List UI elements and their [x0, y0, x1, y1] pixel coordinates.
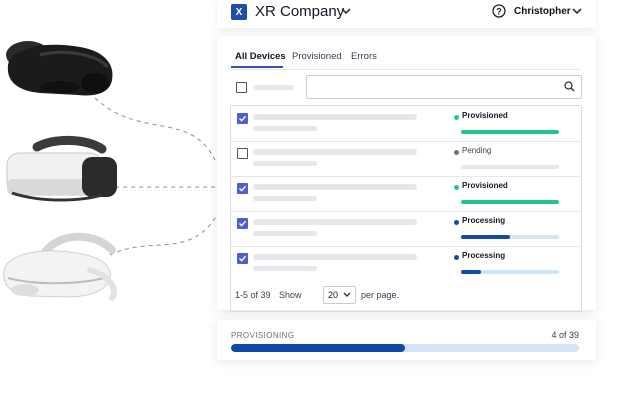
status-progress-fill [461, 235, 510, 239]
device-row-checkbox[interactable] [237, 148, 248, 159]
device-list: Provisioned Pending Provisioned Processing P… [230, 105, 582, 312]
status-label: Processing [462, 251, 506, 260]
status-label: Pending [462, 146, 492, 155]
device-row-checkbox[interactable] [237, 253, 248, 264]
provisioning-progress-card: PROVISIONING 4 of 39 [217, 320, 596, 360]
select-all-checkbox[interactable] [236, 82, 247, 93]
device-row[interactable]: Processing [231, 246, 581, 281]
device-row-checkbox[interactable] [237, 113, 248, 124]
device-detail-placeholder [253, 196, 317, 201]
black-vr-headset-image [6, 41, 113, 96]
tab-errors[interactable]: Errors [351, 51, 377, 62]
tab-provisioned[interactable]: Provisioned [292, 51, 342, 62]
device-detail-placeholder [253, 266, 317, 271]
status-label: Processing [462, 216, 506, 225]
device-row[interactable]: Processing [231, 211, 581, 247]
company-logo: X [231, 4, 247, 20]
status-dot-icon [454, 115, 459, 120]
tab-all-devices[interactable]: All Devices [235, 51, 286, 62]
device-row-checkbox[interactable] [237, 183, 248, 194]
select-all-label-placeholder [254, 85, 294, 90]
provisioning-label: PROVISIONING [231, 331, 295, 340]
device-name-placeholder [253, 219, 417, 225]
provisioning-progress-fill [231, 344, 405, 352]
device-row[interactable]: Provisioned [231, 106, 581, 142]
user-menu-name[interactable]: Christopher [514, 6, 571, 17]
search-icon[interactable] [564, 81, 575, 92]
search-input[interactable] [306, 75, 582, 99]
devices-panel: All Devices Provisioned Errors Provision… [217, 36, 596, 312]
status-progress-track [461, 200, 559, 204]
company-switcher-label[interactable]: XR Company [255, 3, 344, 20]
svg-text:?: ? [496, 7, 502, 17]
device-detail-placeholder [253, 231, 317, 236]
help-icon[interactable]: ? [492, 4, 506, 18]
provisioning-count: 4 of 39 [551, 330, 579, 340]
device-tabs: All Devices Provisioned Errors [231, 47, 581, 70]
show-label: Show [279, 290, 302, 300]
per-page-select[interactable]: 20 [323, 286, 356, 304]
status-progress-track [461, 165, 559, 169]
per-page-suffix: per page. [361, 290, 400, 300]
white-vr-headset-image [6, 135, 117, 202]
device-row-checkbox[interactable] [237, 218, 248, 229]
chevron-down-icon[interactable] [572, 8, 582, 15]
status-progress-fill [461, 270, 481, 274]
per-page-value: 20 [328, 290, 339, 300]
device-name-placeholder [253, 114, 417, 120]
status-dot-icon [454, 185, 459, 190]
status-progress-track [461, 130, 559, 134]
chevron-down-icon[interactable] [341, 8, 351, 15]
provisioning-progress-track [231, 344, 579, 352]
device-row[interactable]: Pending [231, 141, 581, 177]
status-dot-icon [454, 220, 459, 225]
device-detail-placeholder [253, 161, 317, 166]
quest-vr-headset-image [3, 232, 117, 301]
status-dot-icon [454, 255, 459, 260]
device-name-placeholder [253, 149, 417, 155]
status-label: Provisioned [462, 181, 508, 190]
device-name-placeholder [253, 184, 417, 190]
status-progress-track [461, 235, 559, 239]
org-header-bar: X XR Company ? Christopher [217, 0, 596, 28]
status-progress-track [461, 270, 559, 274]
status-dot-icon [454, 150, 459, 155]
pagination-range: 1-5 of 39 [235, 290, 271, 300]
device-row[interactable]: Provisioned [231, 176, 581, 212]
active-tab-indicator [231, 66, 283, 68]
status-label: Provisioned [462, 111, 508, 120]
chevron-down-icon [343, 292, 351, 297]
device-detail-placeholder [253, 126, 317, 131]
device-name-placeholder [253, 254, 417, 260]
